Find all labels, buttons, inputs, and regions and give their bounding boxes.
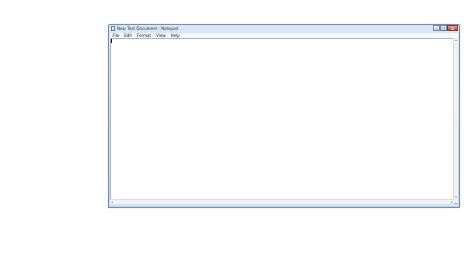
close-button[interactable]: x [447,25,458,31]
minimize-button[interactable]: – [433,25,440,31]
notepad-icon[interactable] [111,26,115,31]
caption-buttons: – □ x [433,25,458,31]
text-edit-area[interactable] [110,38,458,204]
notepad-window: New Text Document - Notepad – □ x File E… [108,24,460,208]
title-bar[interactable]: New Text Document - Notepad – □ x [109,25,459,33]
window-title: New Text Document - Notepad [117,26,179,31]
window-bottom-edge [110,204,458,206]
maximize-button[interactable]: □ [440,25,447,31]
desktop: New Text Document - Notepad – □ x File E… [0,0,474,266]
